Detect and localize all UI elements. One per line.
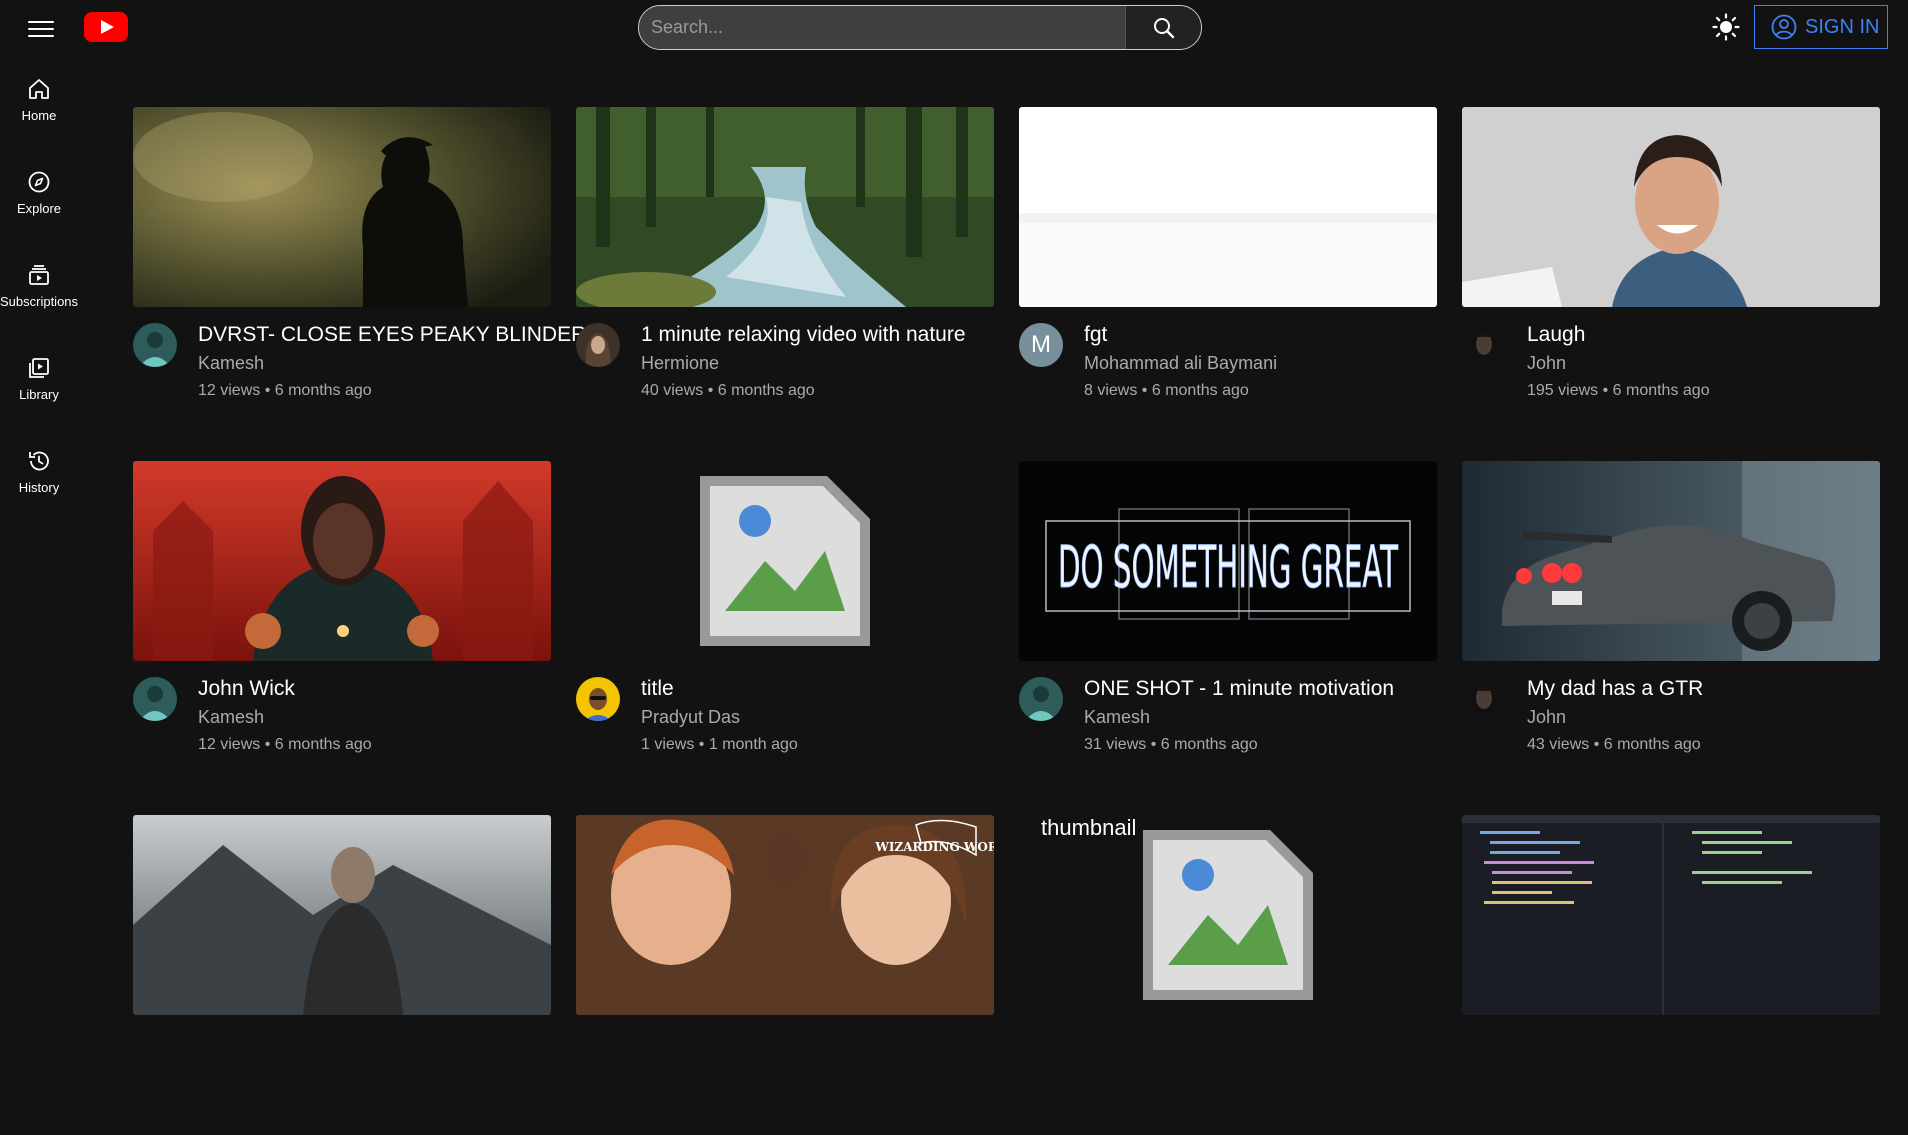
video-card[interactable]: John Wick Kamesh 12 views • 6 months ago — [133, 461, 551, 781]
video-card[interactable]: Laugh John 195 views • 6 months ago — [1462, 107, 1880, 427]
sidebar: Home Explore Subscriptions Library Histo… — [0, 70, 78, 535]
sign-in-label: SIGN IN — [1805, 15, 1880, 38]
sidebar-item-subscriptions[interactable]: Subscriptions — [0, 256, 78, 349]
video-title[interactable]: title — [641, 677, 798, 701]
video-card[interactable]: My dad has a GTR John 43 views • 6 month… — [1462, 461, 1880, 781]
broken-image-icon — [700, 476, 870, 646]
video-card[interactable]: thumbnail — [1019, 815, 1437, 1135]
sidebar-item-label: History — [18, 480, 60, 495]
video-card[interactable]: 1 minute relaxing video with nature Herm… — [576, 107, 994, 427]
search-icon — [1153, 17, 1174, 38]
channel-avatar[interactable] — [576, 677, 620, 721]
channel-avatar[interactable]: M — [1019, 323, 1063, 367]
video-thumbnail[interactable] — [1462, 815, 1880, 1015]
broken-image-icon — [1143, 830, 1313, 1000]
youtube-logo[interactable] — [84, 12, 128, 42]
video-thumbnail[interactable] — [133, 107, 551, 307]
neon-sign-text: DO SOMETHING GREAT — [1058, 533, 1398, 601]
video-card[interactable] — [133, 815, 551, 1135]
video-card[interactable]: M fgt Mohammad ali Baymani 8 views • 6 m… — [1019, 107, 1437, 427]
video-card[interactable]: WIZARDING WORLD — [576, 815, 994, 1135]
video-title[interactable]: My dad has a GTR — [1527, 677, 1703, 701]
channel-name[interactable]: Pradyut Das — [641, 707, 798, 728]
video-stats: 195 views • 6 months ago — [1527, 382, 1710, 399]
avatar-letter: M — [1031, 331, 1051, 358]
video-thumbnail[interactable]: thumbnail — [1019, 815, 1437, 1015]
video-title[interactable]: 1 minute relaxing video with nature — [641, 323, 966, 347]
channel-name[interactable]: Mohammad ali Baymani — [1084, 353, 1277, 374]
video-thumbnail[interactable] — [133, 815, 551, 1015]
library-icon — [29, 358, 49, 378]
video-thumbnail[interactable] — [133, 461, 551, 661]
sidebar-item-label: Home — [21, 108, 57, 123]
channel-name[interactable]: John — [1527, 707, 1703, 728]
theme-toggle-button[interactable] — [1711, 12, 1741, 42]
video-thumbnail[interactable] — [1462, 461, 1880, 661]
search-input[interactable] — [639, 6, 1125, 49]
sidebar-item-label: Explore — [16, 201, 62, 216]
sign-in-button[interactable]: SIGN IN — [1754, 5, 1888, 49]
video-thumbnail[interactable]: DO SOMETHING GREAT — [1019, 461, 1437, 661]
channel-avatar[interactable] — [133, 677, 177, 721]
channel-avatar[interactable] — [1462, 677, 1506, 721]
sidebar-item-history[interactable]: History — [0, 442, 78, 535]
channel-avatar[interactable] — [576, 323, 620, 367]
channel-avatar[interactable] — [133, 323, 177, 367]
user-circle-icon — [1771, 14, 1797, 40]
sun-icon — [1712, 13, 1740, 41]
wizarding-world-badge: WIZARDING WORLD — [874, 840, 994, 854]
channel-name[interactable]: John — [1527, 353, 1710, 374]
subscriptions-icon — [29, 265, 49, 285]
video-stats: 43 views • 6 months ago — [1527, 736, 1701, 753]
video-stats: 40 views • 6 months ago — [641, 382, 815, 399]
thumbnail-alt-text: thumbnail — [1041, 815, 1137, 840]
home-icon — [29, 79, 49, 99]
channel-name[interactable]: Kamesh — [1084, 707, 1394, 728]
video-stats: 12 views • 6 months ago — [198, 382, 372, 399]
video-card[interactable]: title Pradyut Das 1 views • 1 month ago — [576, 461, 994, 781]
video-stats: 31 views • 6 months ago — [1084, 736, 1258, 753]
sidebar-item-explore[interactable]: Explore — [0, 163, 78, 256]
search-button[interactable] — [1125, 6, 1201, 49]
video-thumbnail[interactable]: WIZARDING WORLD — [576, 815, 994, 1015]
channel-name[interactable]: Kamesh — [198, 353, 600, 374]
sidebar-item-label: Subscriptions — [0, 294, 79, 309]
video-card[interactable]: DO SOMETHING GREAT ONE SHOT - 1 minute m… — [1019, 461, 1437, 781]
history-icon — [29, 451, 49, 471]
search-bar — [638, 5, 1202, 50]
video-title[interactable]: ONE SHOT - 1 minute motivation — [1084, 677, 1394, 701]
channel-avatar[interactable] — [1019, 677, 1063, 721]
video-card[interactable]: DVRST- CLOSE EYES PEAKY BLINDERS Kamesh … — [133, 107, 600, 427]
sidebar-item-library[interactable]: Library — [0, 349, 78, 442]
video-thumbnail[interactable] — [1462, 107, 1880, 307]
sidebar-item-label: Library — [19, 387, 59, 402]
top-bar: SIGN IN — [0, 0, 1908, 56]
video-title[interactable]: fgt — [1084, 323, 1277, 347]
hamburger-menu-icon[interactable] — [28, 16, 54, 38]
channel-avatar[interactable] — [1462, 323, 1506, 367]
video-card[interactable] — [1462, 815, 1880, 1135]
video-stats: 8 views • 6 months ago — [1084, 382, 1249, 399]
video-thumbnail[interactable] — [1019, 107, 1437, 307]
video-title[interactable]: DVRST- CLOSE EYES PEAKY BLINDERS — [198, 323, 600, 347]
channel-name[interactable]: Kamesh — [198, 707, 372, 728]
video-title[interactable]: John Wick — [198, 677, 372, 701]
channel-name[interactable]: Hermione — [641, 353, 966, 374]
video-thumbnail[interactable] — [576, 107, 994, 307]
video-grid: DVRST- CLOSE EYES PEAKY BLINDERS Kamesh … — [133, 107, 1880, 1135]
compass-icon — [28, 171, 50, 193]
video-stats: 12 views • 6 months ago — [198, 736, 372, 753]
sidebar-item-home[interactable]: Home — [0, 70, 78, 163]
video-stats: 1 views • 1 month ago — [641, 736, 798, 753]
video-title[interactable]: Laugh — [1527, 323, 1710, 347]
video-thumbnail[interactable] — [576, 461, 994, 661]
